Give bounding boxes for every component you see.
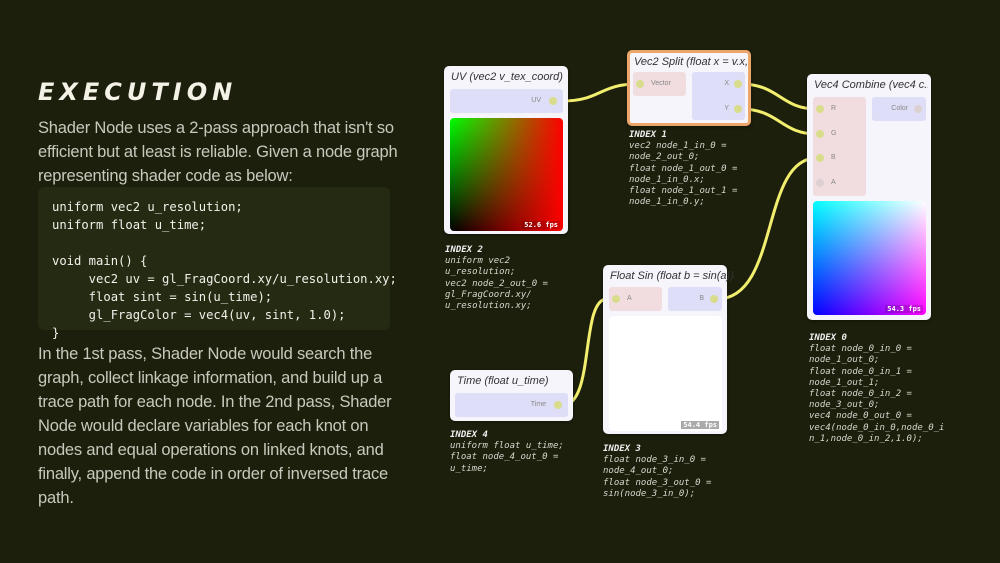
index-code: vec2 node_1_in_0 = node_2_out_0; float n… [629,141,738,208]
port-knot-b[interactable] [816,154,824,162]
port-knot[interactable] [710,295,718,303]
port-label: UV [531,97,541,104]
input-port-vector[interactable]: Vector [633,72,686,96]
port-knot[interactable] [554,401,562,409]
port-knot[interactable] [636,80,644,88]
preview-canvas: 54.3 fps [813,201,926,315]
node-time[interactable]: Time (float u_time) Time [450,370,573,421]
fps-label: 52.6 fps [522,221,560,229]
node-title: Time (float u_time) [457,375,549,387]
port-knot-y[interactable] [734,105,742,113]
preview-canvas: 52.6 fps [450,118,563,231]
node-title: Float Sin (float b = sin(a)) [610,270,734,282]
index-code: float node_0_in_0 = node_1_out_0; float … [809,344,945,444]
node-title: Vec4 Combine (vec4 c... [814,79,928,91]
port-knot[interactable] [914,105,922,113]
port-knot[interactable] [612,295,620,303]
index-label: INDEX 1 [629,130,667,140]
index-label: INDEX 0 [809,333,847,343]
port-knot[interactable] [549,97,557,105]
index-code: uniform vec2 u_resolution; vec2 node_2_o… [445,256,548,312]
port-label-x: X [724,80,729,87]
preview-canvas: 54.4 fps [609,316,722,431]
output-port-uv[interactable]: UV [450,89,563,113]
port-knot-a[interactable] [816,179,824,187]
output-ports: X Y [692,72,745,120]
port-label: Color [891,105,908,112]
output-port-color[interactable]: Color [872,97,926,121]
port-label-y: Y [724,105,729,112]
index-code: float node_3_in_0 = node_4_out_0; float … [603,455,712,499]
fps-label: 54.3 fps [885,305,923,313]
port-label: Time [530,401,546,408]
node-vec2-split[interactable]: Vec2 Split (float x = v.x,... Vector X Y [627,50,751,126]
wire-x-r [738,82,819,111]
index-4-code: INDEX 4 uniform float u_time; float node_… [450,430,564,475]
index-label: INDEX 3 [603,444,641,454]
index-0-code: INDEX 0 float node_0_in_0 = node_1_out_0;… [809,333,944,445]
index-1-code: INDEX 1 vec2 node_1_in_0 = node_2_out_0; … [629,130,737,208]
node-vec4-combine[interactable]: Vec4 Combine (vec4 c... R G B A Color 54… [807,74,931,320]
index-2-code: INDEX 2 uniform vec2 u_resolution; vec2 n… [445,245,548,312]
output-port-b[interactable]: B [668,287,722,311]
port-label: B [699,295,704,302]
node-float-sin[interactable]: Float Sin (float b = sin(a)) A B 54.4 fp… [603,265,734,434]
port-label: A [627,295,632,302]
output-port-time[interactable]: Time [455,393,568,417]
node-title: Vec2 Split (float x = v.x,... [634,56,748,68]
index-label: INDEX 4 [450,430,488,440]
node-uv[interactable]: UV (vec2 v_tex_coord) UV 52.6 fps [444,66,568,234]
wire-y-g [738,107,819,136]
port-knot-r[interactable] [816,105,824,113]
index-label: INDEX 2 [445,245,483,255]
port-knot-g[interactable] [816,130,824,138]
port-label-r: R [831,105,837,112]
input-port-a[interactable]: A [609,287,662,311]
port-label-g: G [831,130,837,137]
port-label-a: A [831,179,836,186]
wire-uv-vector [561,82,639,103]
index-code: uniform float u_time; float node_4_out_0… [450,441,564,474]
port-label-b: B [831,154,836,161]
input-ports: R G B A [813,97,866,196]
fps-label: 54.4 fps [681,421,719,429]
port-label: Vector [651,80,671,87]
index-3-code: INDEX 3 float node_3_in_0 = node_4_out_0;… [603,444,711,500]
port-knot-x[interactable] [734,80,742,88]
node-title: UV (vec2 v_tex_coord) [451,71,563,83]
